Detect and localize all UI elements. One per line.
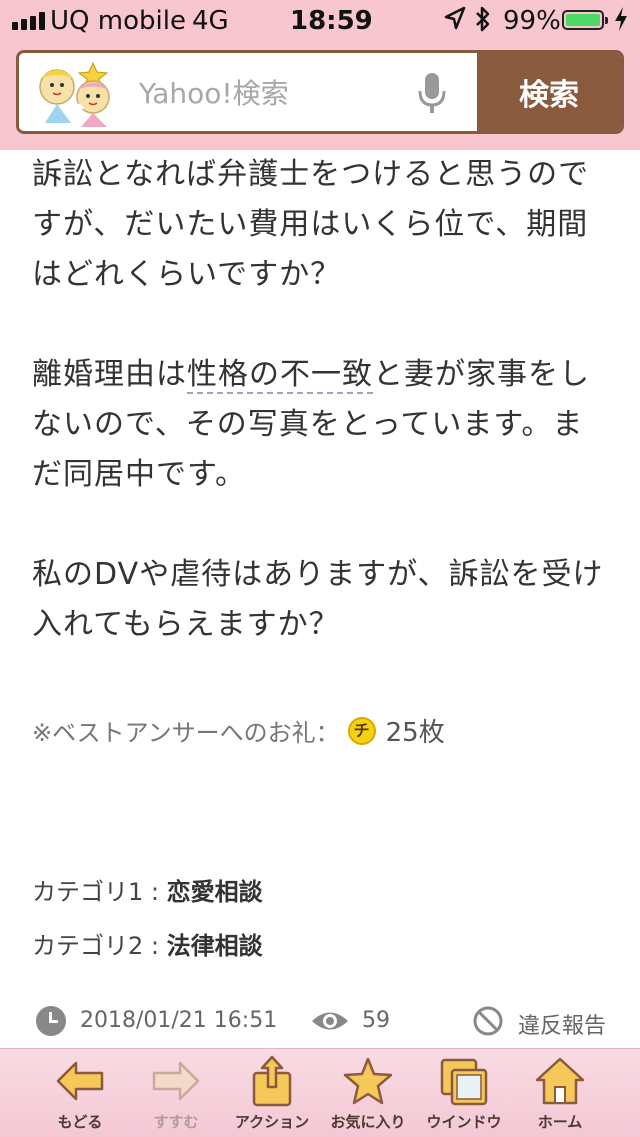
category-label: カテゴリ2 : (32, 932, 167, 960)
favorites-button[interactable]: お気に入り (318, 1053, 418, 1132)
forward-arrow-icon (152, 1061, 200, 1101)
kiki-lala-mascot (39, 61, 110, 127)
back-button[interactable]: もどる (30, 1053, 130, 1132)
status-time: 18:59 (290, 6, 373, 36)
toolbar-label: ウインドウ (426, 1113, 502, 1131)
question-body: 訴訟となれば弁護士をつけると思うのですが、だいたい費用はいくら位で、期間はどれく… (32, 150, 612, 650)
posted-date: 2018/01/21 16:51 (80, 1008, 278, 1033)
bluetooth-icon (474, 4, 492, 41)
windows-icon (440, 1058, 488, 1106)
microphone-icon[interactable] (417, 71, 447, 115)
question-paragraph-3: 私のDVや虐待はありますが、訴訟を受け入れてもらえますか？ (32, 550, 612, 650)
bottom-toolbar: もどる すすむ アクション お気に入り ウインドウ ホーム (0, 1048, 640, 1137)
question-paragraph-1: 訴訟となれば弁護士をつけると思うのですが、だいたい費用はいくら位で、期間はどれく… (32, 150, 612, 300)
category-2: カテゴリ2 : 法律相談 (32, 926, 263, 961)
search-box: 検索 (16, 50, 624, 134)
star-icon (343, 1057, 393, 1105)
toolbar-label: アクション (234, 1113, 310, 1131)
share-icon (252, 1055, 292, 1107)
charging-icon (614, 6, 628, 39)
paragraph-text: 訴訟となれば弁護士をつけると思うのですが、だいたい費用はいくら位で、期間はどれく… (32, 157, 590, 292)
carrier-name: UQ mobile (50, 6, 186, 36)
paragraph-text: 離婚理由は (32, 357, 187, 392)
keyword-link[interactable]: 性格の不一致 (187, 357, 373, 394)
category-link[interactable]: 法律相談 (167, 932, 263, 960)
window-button[interactable]: ウインドウ (414, 1053, 514, 1132)
home-button[interactable]: ホーム (510, 1053, 610, 1132)
battery-icon (562, 10, 608, 30)
coin-icon: チ (347, 716, 376, 745)
network-type: 4G (192, 6, 229, 36)
search-button[interactable]: 検索 (477, 53, 621, 131)
ban-icon[interactable] (472, 1005, 504, 1037)
battery-percent: 99% (503, 6, 561, 36)
eye-icon (312, 1012, 348, 1030)
back-arrow-icon (56, 1061, 104, 1101)
status-bar: UQ mobile 4G 18:59 99% (0, 0, 640, 42)
clock-icon (36, 1006, 66, 1036)
paragraph-text: 私のDVや虐待はありますが、訴訟を受け入れてもらえますか？ (32, 557, 604, 642)
category-label: カテゴリ1 : (32, 878, 167, 906)
toolbar-label: お気に入り (330, 1113, 406, 1131)
category-link[interactable]: 恋愛相談 (167, 878, 263, 906)
home-icon (535, 1057, 585, 1105)
report-link[interactable]: 違反報告 (518, 1008, 606, 1040)
reward-label: ※ベストアンサーへのお礼： (32, 719, 340, 747)
signal-icon (12, 12, 45, 30)
toolbar-label: すすむ (153, 1113, 199, 1131)
toolbar-label: ホーム (537, 1113, 583, 1131)
question-meta: 2018/01/21 16:51 59 違反報告 (32, 1002, 612, 1042)
search-input[interactable] (137, 53, 401, 131)
category-1: カテゴリ1 : 恋愛相談 (32, 872, 263, 907)
toolbar-label: もどる (57, 1113, 103, 1131)
view-count: 59 (362, 1008, 390, 1033)
question-paragraph-2: 離婚理由は性格の不一致と妻が家事をしないので、その写真をとっています。まだ同居中… (32, 350, 612, 500)
location-icon (444, 6, 466, 39)
search-header: 検索 (0, 42, 640, 150)
reward-count: 25枚 (385, 718, 445, 748)
reward-info: ※ベストアンサーへのお礼： チ 25枚 (32, 712, 445, 749)
forward-button[interactable]: すすむ (126, 1053, 226, 1132)
action-button[interactable]: アクション (222, 1053, 322, 1132)
